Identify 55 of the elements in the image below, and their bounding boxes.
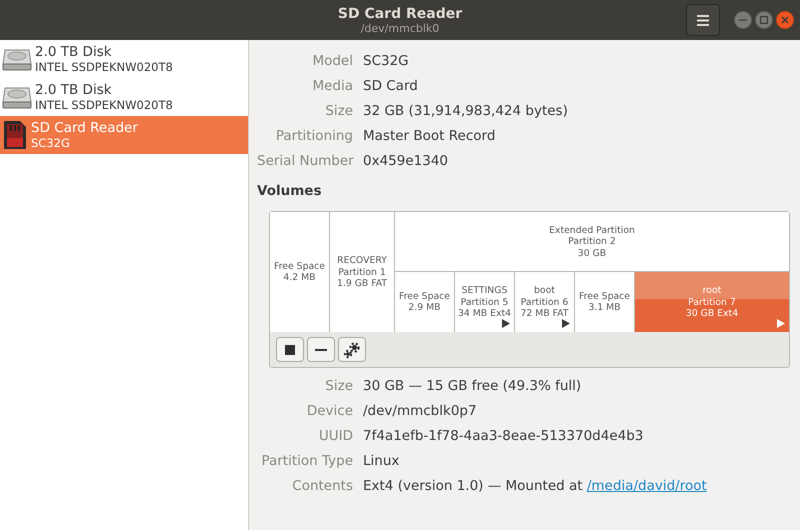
field-value: /dev/mmcblk0p7 (363, 402, 478, 422)
field-value: Ext4 (version 1.0) — Mounted at /media/david/root (363, 477, 708, 496)
mount-link[interactable]: /media/david/root (586, 478, 707, 494)
field-value: 0x459e1340 (363, 152, 450, 171)
field-value: 7f4a1efb-1f78-4aa3-8eae-513370d4e4b3 (363, 427, 644, 446)
drive-model: SC32G (31, 136, 71, 150)
drive-list-item[interactable]: 2.0 TB Disk INTEL SSDPEKNW020T8 (0, 40, 248, 78)
field-label: Partition Type (260, 452, 353, 472)
field-label: Contents (291, 477, 353, 496)
partition-block[interactable]: RECOVERY Partition 1 1.9 GB FAT (330, 212, 395, 332)
settings-button[interactable] (338, 337, 366, 362)
maximize-icon (760, 16, 768, 24)
field-value: Linux (363, 452, 400, 472)
window-title: SD Card Reader (338, 6, 462, 22)
drive-name: 2.0 TB Disk (35, 82, 113, 98)
drive-model: INTEL SSDPEKNW020T8 (35, 60, 173, 74)
drive-model: INTEL SSDPEKNW020T8 (35, 98, 173, 112)
maximize-button[interactable] (755, 11, 773, 29)
sd-card-icon (2, 120, 28, 150)
stop-icon (285, 344, 295, 355)
drive-name: 2.0 TB Disk (35, 44, 113, 60)
window-subtitle: /dev/mmcblk0 (360, 22, 440, 34)
field-label: Serial Number (257, 152, 353, 171)
field-label: Size (324, 102, 353, 121)
play-icon (562, 319, 570, 328)
drive-name: SD Card Reader (31, 120, 138, 136)
stop-button[interactable] (276, 337, 304, 362)
play-icon (502, 319, 510, 328)
menu-button[interactable] (686, 4, 720, 36)
field-value: 32 GB (31,914,983,424 bytes) (363, 102, 569, 121)
close-button[interactable] (776, 11, 794, 29)
field-label: Model (311, 52, 353, 71)
field-label: UUID (318, 427, 353, 446)
field-label: Device (306, 402, 353, 422)
drive-list-item[interactable]: 2.0 TB Disk INTEL SSDPEKNW020T8 (0, 78, 248, 116)
field-value: SC32G (363, 52, 410, 71)
close-icon (781, 16, 789, 24)
partition-block[interactable]: Free Space 2.9 MB (395, 272, 455, 332)
field-label: Media (311, 77, 353, 96)
field-value: Master Boot Record (363, 127, 496, 146)
menu-icon (697, 14, 709, 26)
partition-block[interactable]: boot Partition 6 72 MB FAT (515, 272, 575, 332)
minimize-button[interactable] (734, 11, 752, 29)
play-icon (777, 319, 785, 328)
section-heading: Volumes (257, 182, 322, 201)
remove-button[interactable] (307, 337, 335, 362)
partition-block[interactable]: SETTINGS Partition 5 34 MB Ext4 (455, 272, 515, 332)
settings-icon (343, 340, 361, 359)
field-label: Partitioning (274, 127, 353, 146)
field-value: SD Card (363, 77, 419, 96)
partition-block[interactable]: Free Space 4.2 MB (270, 212, 330, 332)
partition-block[interactable]: Free Space 3.1 MB (575, 272, 635, 332)
minus-icon (315, 348, 327, 351)
field-label: Size (324, 377, 353, 396)
field-value: 30 GB — 15 GB free (49.3% full) (363, 377, 582, 396)
